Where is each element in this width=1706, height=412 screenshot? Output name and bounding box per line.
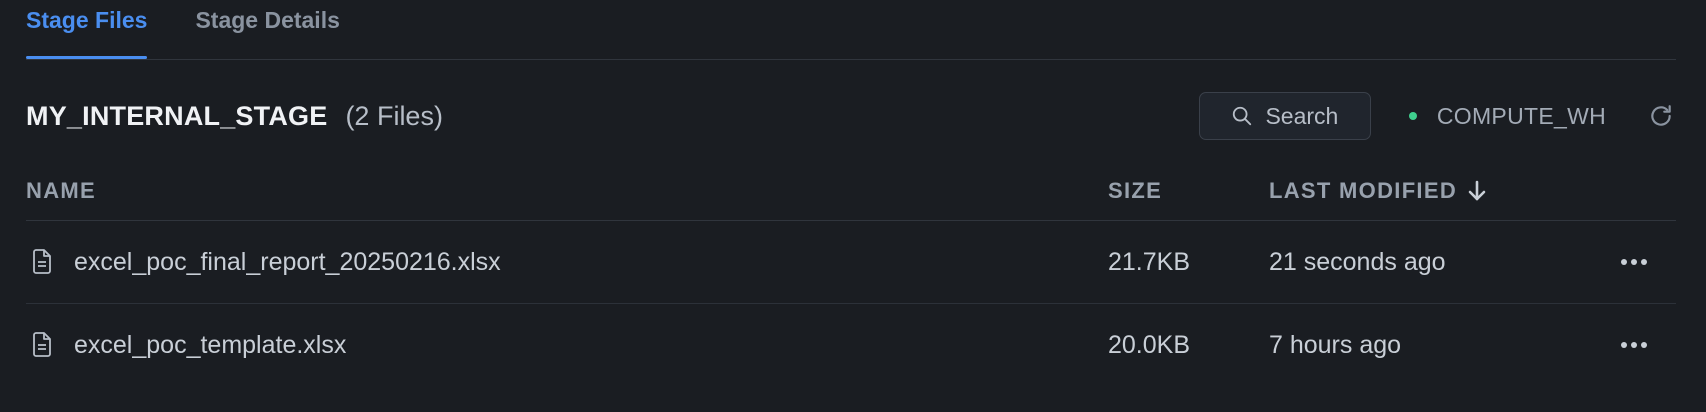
column-header-last-modified[interactable]: LAST MODIFIED (1269, 178, 1487, 204)
file-count: (2 Files) (345, 100, 443, 131)
file-name[interactable]: excel_poc_final_report_20250216.xlsx (74, 248, 501, 277)
refresh-icon (1651, 105, 1671, 126)
row-actions-button[interactable] (1616, 333, 1652, 357)
tab-stage-files[interactable]: Stage Files (26, 0, 148, 59)
table-row[interactable]: excel_poc_final_report_20250216.xlsx 21.… (26, 221, 1676, 304)
search-icon (1233, 106, 1252, 126)
arrow-down-icon (1468, 180, 1486, 201)
search-label: Search (1265, 102, 1339, 129)
tab-bar: Stage Files Stage Details (26, 0, 1676, 60)
file-size: 21.7KB (1108, 247, 1191, 276)
stage-title: MY_INTERNAL_STAGE (26, 100, 328, 131)
file-modified: 21 seconds ago (1269, 247, 1446, 276)
stage-header: MY_INTERNAL_STAGE (2 Files) Search COMPU… (26, 92, 1676, 140)
file-icon (33, 249, 51, 274)
tab-stage-details[interactable]: Stage Details (195, 0, 339, 52)
more-horizontal-icon (1621, 342, 1647, 348)
column-header-name[interactable]: NAME (26, 178, 96, 204)
search-button[interactable]: Search (1198, 92, 1371, 140)
column-header-size[interactable]: SIZE (1108, 178, 1162, 204)
more-horizontal-icon (1621, 259, 1647, 265)
files-table: NAME SIZE LAST MODIFIED excel_poc_final_… (26, 162, 1676, 386)
column-header-last-modified-label: LAST MODIFIED (1269, 178, 1458, 203)
file-modified: 7 hours ago (1269, 330, 1402, 359)
row-actions-button[interactable] (1616, 250, 1652, 274)
file-icon (33, 332, 51, 357)
warehouse-status-dot (1408, 112, 1417, 120)
warehouse-selector[interactable]: COMPUTE_WH (1408, 102, 1606, 130)
warehouse-name: COMPUTE_WH (1436, 102, 1606, 129)
file-size: 20.0KB (1108, 330, 1191, 359)
table-header: NAME SIZE LAST MODIFIED (26, 162, 1676, 221)
table-row[interactable]: excel_poc_template.xlsx 20.0KB 7 hours a… (26, 304, 1676, 386)
file-name[interactable]: excel_poc_template.xlsx (74, 331, 346, 360)
refresh-button[interactable] (1646, 101, 1676, 131)
stage-files-panel: Stage Files Stage Details MY_INTERNAL_ST… (0, 0, 1706, 412)
